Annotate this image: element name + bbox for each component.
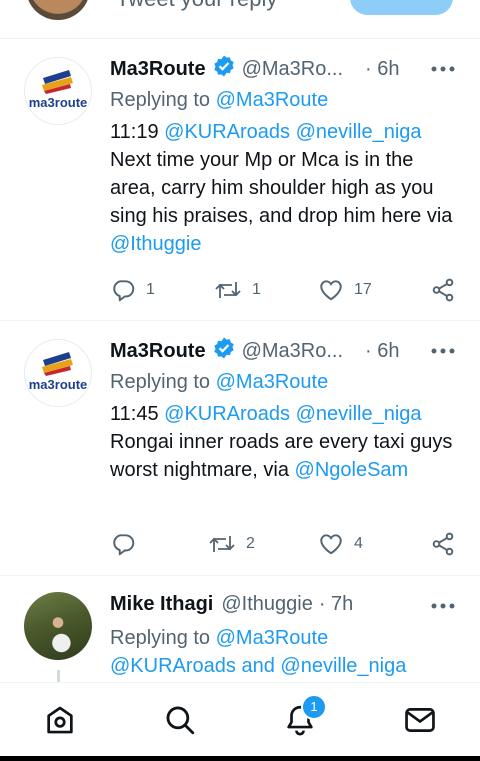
replying-handle-link[interactable]: @neville_niga [280,655,406,677]
mention-link[interactable]: @KURAroads [164,121,290,143]
tweet-time[interactable]: · 6h [365,58,399,81]
replying-to: Replying to @Ma3Route [110,89,328,112]
replying-to: Replying to @Ma3Route @KURAroads and @ne… [110,624,406,680]
author-name[interactable]: Mike Ithagi [110,593,213,616]
mention-link[interactable]: @neville_niga [296,403,422,425]
replying-label: Replying to [110,627,211,649]
tweet-text: 11:19 @KURAroads @neville_niga Next time… [110,118,460,258]
via-mention-link[interactable]: @Ithuggie [110,233,201,255]
share-icon [432,532,454,556]
reply-action[interactable]: 1 [110,275,155,305]
tweet-header: Mike Ithagi @Ithuggie · 7h [110,590,353,618]
tweet-body: Next time your Mp or Mca is in the area,… [110,149,453,227]
tweet-timestamp-text: 11:19 [110,121,159,143]
like-count: 17 [354,281,372,298]
tweet-text: 11:45 @KURAroads @neville_niga Rongai in… [110,400,460,484]
reply-button[interactable] [350,0,453,15]
notifications-badge: 1 [301,694,327,720]
reply-icon [113,280,135,302]
replying-to: Replying to @Ma3Route [110,371,328,394]
more-icon[interactable] [430,341,456,361]
messages-icon[interactable] [403,703,437,737]
like-action[interactable]: 4 [318,529,363,559]
author-name[interactable]: Ma3Route [110,58,206,81]
more-icon[interactable] [430,59,456,79]
replying-handle-link[interactable]: @Ma3Route [216,371,329,393]
more-icon[interactable] [430,596,456,616]
mention-link[interactable]: @KURAroads [164,403,290,425]
author-handle[interactable]: @Ma3Ro... [242,58,343,81]
replying-handle-link[interactable]: @Ma3Route [216,89,329,111]
avatar[interactable] [24,592,92,660]
like-action[interactable]: 17 [318,275,372,305]
reply-icon [113,534,135,556]
retweet-action[interactable]: 2 [208,529,255,559]
reply-input[interactable]: Tweet your reply [116,0,277,12]
tweet-header: Ma3Route @Ma3Ro... · 6h [110,337,400,365]
verified-badge-icon [212,336,236,366]
svg-text:ma3route: ma3route [29,95,88,110]
system-navigation-bar [0,756,480,761]
replying-and-text: and [241,655,275,677]
bottom-navigation [0,682,480,757]
like-icon [320,534,342,555]
replying-label: Replying to [110,89,211,111]
tweet-time[interactable]: · 7h [319,593,353,616]
share-action[interactable] [430,275,456,305]
avatar[interactable]: ma3route [24,339,92,407]
author-handle[interactable]: @Ithuggie [221,593,312,616]
tweet-actions: 1 1 17 [110,275,460,305]
retweet-count: 2 [246,535,255,552]
home-icon[interactable] [43,703,77,737]
retweet-action[interactable]: 1 [214,275,261,305]
replying-handle-link[interactable]: @Ma3Route [216,627,329,649]
svg-text:ma3route: ma3route [29,377,88,392]
reply-count: 1 [146,281,155,298]
avatar[interactable]: ma3route [24,57,92,125]
share-action[interactable] [430,529,456,559]
tweet[interactable]: Mike Ithagi @Ithuggie · 7h Replying to @… [0,576,480,682]
my-avatar [26,0,90,20]
share-icon [432,278,454,302]
like-count: 4 [354,535,363,552]
reply-compose-bar: Tweet your reply [0,0,480,39]
replying-handle-link[interactable]: @KURAroads [110,655,236,677]
thread-connector-line [57,670,60,682]
mention-link[interactable]: @neville_niga [296,121,422,143]
author-handle[interactable]: @Ma3Ro... [242,340,343,363]
like-icon [320,280,342,301]
reply-action[interactable] [110,529,146,559]
verified-badge-icon [212,54,236,84]
author-name[interactable]: Ma3Route [110,340,206,363]
retweet-icon [215,282,241,298]
tweet[interactable]: ma3route Ma3Route @Ma3Ro... · 6h Replyin… [0,321,480,576]
tweet-timestamp-text: 11:45 [110,403,159,425]
retweet-icon [209,536,235,552]
tweet-header: Ma3Route @Ma3Ro... · 6h [110,55,400,83]
tweet[interactable]: ma3route Ma3Route @Ma3Ro... · 6h Replyin… [0,39,480,321]
tweet-actions: 2 4 [110,529,460,559]
search-icon[interactable] [163,703,197,737]
via-mention-link[interactable]: @NgoleSam [295,459,409,481]
replying-label: Replying to [110,371,211,393]
tweet-time[interactable]: · 6h [365,340,399,363]
retweet-count: 1 [252,281,261,298]
